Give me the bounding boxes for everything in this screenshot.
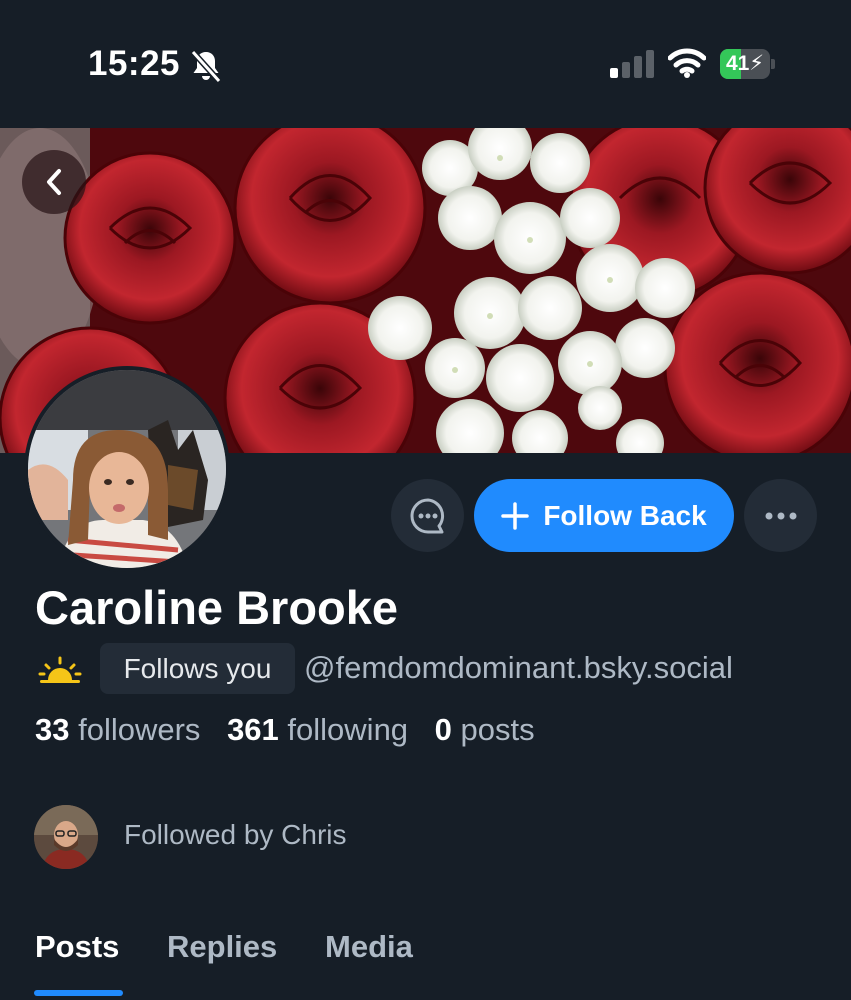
- follows-you-badge: Follows you: [100, 643, 295, 694]
- known-follower-image: [34, 805, 98, 869]
- status-time: 15:25: [88, 44, 181, 83]
- followers-stat[interactable]: 33 followers: [35, 712, 200, 747]
- plus-icon: [501, 501, 530, 530]
- profile-avatar[interactable]: [24, 366, 230, 572]
- tab-replies[interactable]: Replies: [167, 929, 277, 965]
- more-options-button[interactable]: [744, 479, 817, 552]
- posts-stat: 0 posts: [435, 712, 535, 747]
- following-count: 361: [227, 712, 279, 747]
- posts-label: posts: [460, 712, 535, 747]
- tab-posts[interactable]: Posts: [35, 929, 119, 965]
- profile-handle[interactable]: @femdomdominant.bsky.social: [304, 650, 733, 686]
- ellipsis-icon: [765, 512, 796, 519]
- posts-count: 0: [434, 712, 452, 747]
- status-bar: 15:25 41⚡: [0, 0, 851, 128]
- profile-stats: 33 followers 361 following 0 posts: [35, 712, 553, 748]
- follow-back-button[interactable]: Follow Back: [474, 479, 734, 552]
- known-follower-avatar[interactable]: [34, 805, 98, 869]
- back-button[interactable]: [22, 150, 86, 214]
- active-tab-indicator: [34, 990, 123, 996]
- battery-indicator: 41⚡: [720, 49, 775, 79]
- followers-label: followers: [78, 712, 201, 747]
- chevron-left-icon: [47, 169, 61, 195]
- following-label: following: [287, 712, 409, 747]
- sunrise-icon: [38, 656, 82, 683]
- profile-tabs: Posts Replies Media: [0, 925, 851, 1000]
- battery-level: 41: [725, 52, 750, 75]
- battery-charging-icon: ⚡: [749, 52, 765, 75]
- following-stat[interactable]: 361 following: [227, 712, 408, 747]
- bell-slash-icon: [190, 49, 222, 84]
- wifi-icon: [668, 48, 706, 78]
- avatar-image: [28, 370, 226, 568]
- cellular-signal-icon: [610, 50, 654, 78]
- follow-back-label: Follow Back: [543, 499, 707, 531]
- display-name: Caroline Brooke: [35, 581, 399, 634]
- chat-bubble-icon: [410, 498, 444, 533]
- followers-count: 33: [35, 712, 70, 747]
- tab-media[interactable]: Media: [325, 929, 413, 965]
- message-button[interactable]: [391, 479, 464, 552]
- followed-by-text[interactable]: Followed by Chris: [124, 819, 347, 851]
